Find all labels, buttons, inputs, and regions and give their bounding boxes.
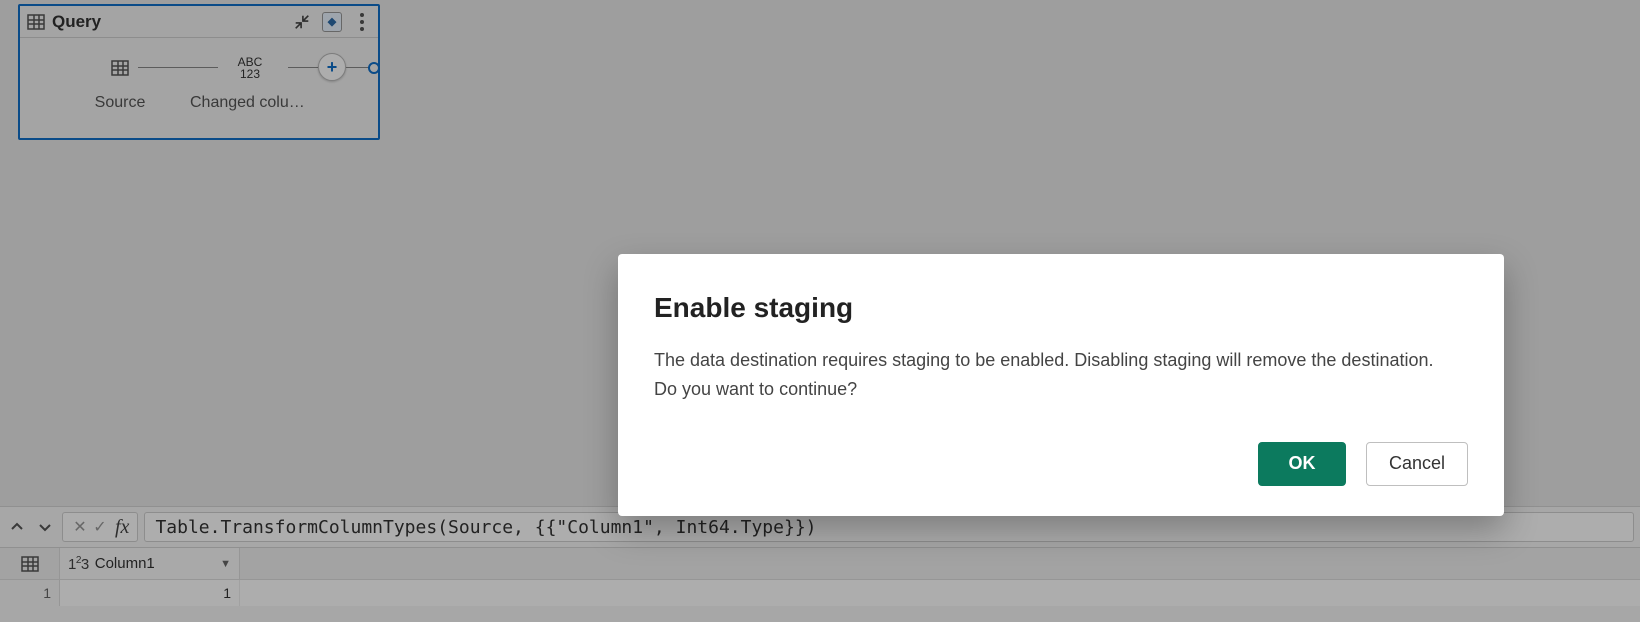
- query-node[interactable]: Query ◆ Source: [18, 4, 380, 140]
- step-connector: [288, 67, 318, 68]
- step-label: Changed column…: [190, 94, 310, 112]
- fx-icon: fx: [115, 516, 129, 539]
- step-label: Source: [60, 94, 180, 112]
- step-changed-column[interactable]: ABC 123 Changed column…: [190, 50, 310, 112]
- add-step-button[interactable]: +: [318, 53, 346, 81]
- data-destination-icon[interactable]: ◆: [322, 12, 342, 32]
- step-source[interactable]: Source: [60, 50, 180, 112]
- cell[interactable]: 1: [60, 580, 240, 606]
- type-icon: ABC 123: [238, 56, 263, 80]
- query-node-body: Source ABC 123 Changed column… +: [20, 38, 378, 138]
- expand-down-button[interactable]: [34, 513, 56, 541]
- row-number: 1: [0, 580, 60, 606]
- cancel-button[interactable]: Cancel: [1366, 442, 1468, 486]
- dialog-title: Enable staging: [654, 292, 1468, 324]
- column-dropdown-icon[interactable]: ▼: [220, 558, 231, 570]
- column-header[interactable]: 123 Column1 ▼: [60, 548, 240, 579]
- query-node-title: Query: [52, 12, 101, 32]
- formula-area: ✕ ✓ fx Table.TransformColumnTypes(Source…: [0, 506, 1640, 622]
- query-node-header[interactable]: Query ◆: [20, 6, 378, 38]
- table-row[interactable]: 1 1: [0, 580, 1640, 606]
- expand-up-button[interactable]: [6, 513, 28, 541]
- confirm-formula-button[interactable]: ✓: [91, 517, 109, 537]
- step-connector: [346, 67, 368, 68]
- ok-button[interactable]: OK: [1258, 442, 1346, 486]
- output-port[interactable]: [368, 62, 380, 74]
- formula-input[interactable]: Table.TransformColumnTypes(Source, {{"Co…: [144, 512, 1634, 542]
- cancel-formula-button[interactable]: ✕: [71, 517, 89, 537]
- column-type-icon[interactable]: 123: [68, 555, 89, 573]
- table-icon: [110, 58, 130, 78]
- table-icon: [20, 554, 40, 574]
- table-icon: [26, 12, 46, 32]
- formula-controls: ✕ ✓ fx: [62, 512, 138, 542]
- collapse-icon[interactable]: [292, 12, 312, 32]
- more-options-icon[interactable]: [352, 12, 372, 32]
- dialog-body: The data destination requires staging to…: [654, 346, 1434, 404]
- column-name: Column1: [95, 555, 155, 572]
- select-all-cell[interactable]: [0, 548, 60, 579]
- enable-staging-dialog: Enable staging The data destination requ…: [618, 254, 1504, 516]
- preview-grid: 123 Column1 ▼ 1 1: [0, 547, 1640, 606]
